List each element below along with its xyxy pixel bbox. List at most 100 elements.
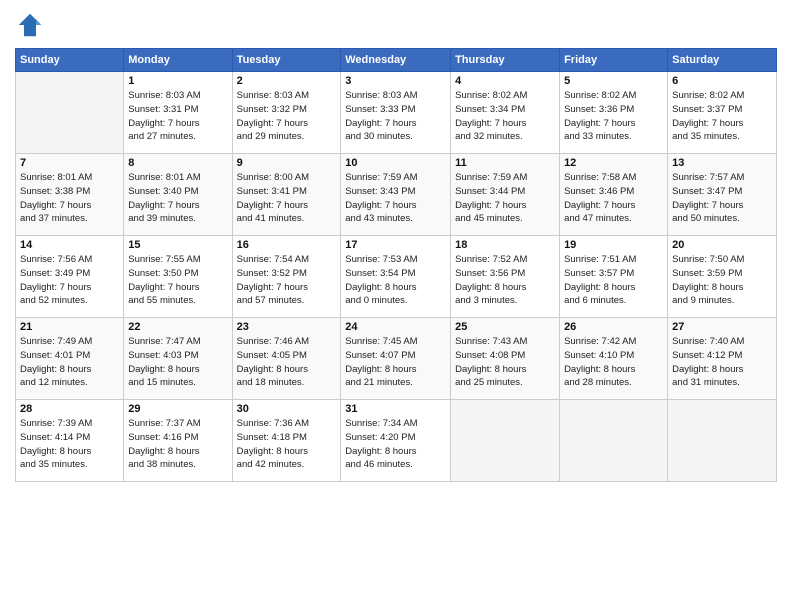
day-cell: 19 Sunrise: 7:51 AM Sunset: 3:57 PM Dayli… — [560, 236, 668, 318]
page: SundayMondayTuesdayWednesdayThursdayFrid… — [0, 0, 792, 612]
logo-icon — [15, 10, 45, 40]
day-info: Sunrise: 8:01 AM Sunset: 3:38 PM Dayligh… — [20, 171, 119, 226]
day-cell: 3 Sunrise: 8:03 AM Sunset: 3:33 PM Daylig… — [341, 72, 451, 154]
day-number: 26 — [564, 321, 663, 333]
day-cell: 20 Sunrise: 7:50 AM Sunset: 3:59 PM Dayli… — [668, 236, 777, 318]
day-cell: 2Sunrise: 8:03 AM Sunset: 3:32 PM Daylig… — [232, 72, 341, 154]
day-info: Sunrise: 8:03 AM Sunset: 3:31 PM Dayligh… — [128, 89, 227, 144]
day-cell: 16Sunrise: 7:54 AM Sunset: 3:52 PM Dayli… — [232, 236, 341, 318]
day-cell: 18 Sunrise: 7:52 AM Sunset: 3:56 PM Dayli… — [451, 236, 560, 318]
day-info: Sunrise: 7:50 AM Sunset: 3:59 PM Dayligh… — [672, 253, 772, 308]
day-info: Sunrise: 7:47 AM Sunset: 4:03 PM Dayligh… — [128, 335, 227, 390]
day-number: 4 — [455, 75, 555, 87]
day-number: 25 — [455, 321, 555, 333]
day-cell: 27Sunrise: 7:40 AM Sunset: 4:12 PM Dayli… — [668, 318, 777, 400]
day-header-sunday: Sunday — [16, 49, 124, 72]
day-info: Sunrise: 7:55 AM Sunset: 3:50 PM Dayligh… — [128, 253, 227, 308]
day-cell: 25 Sunrise: 7:43 AM Sunset: 4:08 PM Dayli… — [451, 318, 560, 400]
day-info: Sunrise: 7:59 AM Sunset: 3:44 PM Dayligh… — [455, 171, 555, 226]
day-number: 14 — [20, 239, 119, 251]
logo — [15, 10, 48, 40]
day-cell: 31 Sunrise: 7:34 AM Sunset: 4:20 PM Dayli… — [341, 400, 451, 482]
day-cell: 24Sunrise: 7:45 AM Sunset: 4:07 PM Dayli… — [341, 318, 451, 400]
day-number: 1 — [128, 75, 227, 87]
day-cell: 28 Sunrise: 7:39 AM Sunset: 4:14 PM Dayli… — [16, 400, 124, 482]
day-cell — [668, 400, 777, 482]
day-number: 21 — [20, 321, 119, 333]
day-number: 6 — [672, 75, 772, 87]
day-number: 7 — [20, 157, 119, 169]
day-number: 31 — [345, 403, 446, 415]
day-number: 13 — [672, 157, 772, 169]
day-number: 10 — [345, 157, 446, 169]
day-number: 15 — [128, 239, 227, 251]
day-info: Sunrise: 7:58 AM Sunset: 3:46 PM Dayligh… — [564, 171, 663, 226]
day-cell: 22 Sunrise: 7:47 AM Sunset: 4:03 PM Dayli… — [124, 318, 232, 400]
day-info: Sunrise: 7:57 AM Sunset: 3:47 PM Dayligh… — [672, 171, 772, 226]
day-info: Sunrise: 7:52 AM Sunset: 3:56 PM Dayligh… — [455, 253, 555, 308]
day-number: 18 — [455, 239, 555, 251]
day-info: Sunrise: 8:01 AM Sunset: 3:40 PM Dayligh… — [128, 171, 227, 226]
day-number: 9 — [237, 157, 337, 169]
day-cell: 9 Sunrise: 8:00 AM Sunset: 3:41 PM Daylig… — [232, 154, 341, 236]
day-number: 23 — [237, 321, 337, 333]
week-row-4: 21Sunrise: 7:49 AM Sunset: 4:01 PM Dayli… — [16, 318, 777, 400]
week-row-2: 7 Sunrise: 8:01 AM Sunset: 3:38 PM Daylig… — [16, 154, 777, 236]
day-cell: 8 Sunrise: 8:01 AM Sunset: 3:40 PM Daylig… — [124, 154, 232, 236]
day-number: 30 — [237, 403, 337, 415]
calendar-header-row: SundayMondayTuesdayWednesdayThursdayFrid… — [16, 49, 777, 72]
day-info: Sunrise: 8:02 AM Sunset: 3:37 PM Dayligh… — [672, 89, 772, 144]
day-cell: 11 Sunrise: 7:59 AM Sunset: 3:44 PM Dayli… — [451, 154, 560, 236]
day-header-thursday: Thursday — [451, 49, 560, 72]
day-cell — [451, 400, 560, 482]
day-info: Sunrise: 8:00 AM Sunset: 3:41 PM Dayligh… — [237, 171, 337, 226]
day-number: 3 — [345, 75, 446, 87]
week-row-3: 14 Sunrise: 7:56 AM Sunset: 3:49 PM Dayli… — [16, 236, 777, 318]
day-info: Sunrise: 7:42 AM Sunset: 4:10 PM Dayligh… — [564, 335, 663, 390]
day-cell: 10 Sunrise: 7:59 AM Sunset: 3:43 PM Dayli… — [341, 154, 451, 236]
day-number: 11 — [455, 157, 555, 169]
day-number: 27 — [672, 321, 772, 333]
day-cell: 4 Sunrise: 8:02 AM Sunset: 3:34 PM Daylig… — [451, 72, 560, 154]
day-number: 8 — [128, 157, 227, 169]
day-number: 19 — [564, 239, 663, 251]
day-header-friday: Friday — [560, 49, 668, 72]
day-info: Sunrise: 7:39 AM Sunset: 4:14 PM Dayligh… — [20, 417, 119, 472]
day-cell: 12 Sunrise: 7:58 AM Sunset: 3:46 PM Dayli… — [560, 154, 668, 236]
day-info: Sunrise: 7:45 AM Sunset: 4:07 PM Dayligh… — [345, 335, 446, 390]
day-cell: 6 Sunrise: 8:02 AM Sunset: 3:37 PM Daylig… — [668, 72, 777, 154]
day-number: 20 — [672, 239, 772, 251]
day-number: 2 — [237, 75, 337, 87]
day-cell: 15 Sunrise: 7:55 AM Sunset: 3:50 PM Dayli… — [124, 236, 232, 318]
day-info: Sunrise: 7:51 AM Sunset: 3:57 PM Dayligh… — [564, 253, 663, 308]
day-number: 16 — [237, 239, 337, 251]
day-info: Sunrise: 8:02 AM Sunset: 3:36 PM Dayligh… — [564, 89, 663, 144]
day-cell: 13 Sunrise: 7:57 AM Sunset: 3:47 PM Dayli… — [668, 154, 777, 236]
day-cell: 21Sunrise: 7:49 AM Sunset: 4:01 PM Dayli… — [16, 318, 124, 400]
day-info: Sunrise: 7:53 AM Sunset: 3:54 PM Dayligh… — [345, 253, 446, 308]
day-info: Sunrise: 7:36 AM Sunset: 4:18 PM Dayligh… — [237, 417, 337, 472]
day-info: Sunrise: 7:59 AM Sunset: 3:43 PM Dayligh… — [345, 171, 446, 226]
day-cell: 5Sunrise: 8:02 AM Sunset: 3:36 PM Daylig… — [560, 72, 668, 154]
day-header-tuesday: Tuesday — [232, 49, 341, 72]
day-header-wednesday: Wednesday — [341, 49, 451, 72]
day-cell: 23 Sunrise: 7:46 AM Sunset: 4:05 PM Dayli… — [232, 318, 341, 400]
day-info: Sunrise: 7:34 AM Sunset: 4:20 PM Dayligh… — [345, 417, 446, 472]
day-header-saturday: Saturday — [668, 49, 777, 72]
day-info: Sunrise: 7:43 AM Sunset: 4:08 PM Dayligh… — [455, 335, 555, 390]
day-cell: 7 Sunrise: 8:01 AM Sunset: 3:38 PM Daylig… — [16, 154, 124, 236]
day-cell: 14 Sunrise: 7:56 AM Sunset: 3:49 PM Dayli… — [16, 236, 124, 318]
day-info: Sunrise: 7:56 AM Sunset: 3:49 PM Dayligh… — [20, 253, 119, 308]
day-number: 28 — [20, 403, 119, 415]
day-info: Sunrise: 8:02 AM Sunset: 3:34 PM Dayligh… — [455, 89, 555, 144]
week-row-5: 28 Sunrise: 7:39 AM Sunset: 4:14 PM Dayli… — [16, 400, 777, 482]
day-number: 22 — [128, 321, 227, 333]
day-header-monday: Monday — [124, 49, 232, 72]
day-number: 12 — [564, 157, 663, 169]
day-info: Sunrise: 7:46 AM Sunset: 4:05 PM Dayligh… — [237, 335, 337, 390]
day-info: Sunrise: 8:03 AM Sunset: 3:33 PM Dayligh… — [345, 89, 446, 144]
day-cell: 17Sunrise: 7:53 AM Sunset: 3:54 PM Dayli… — [341, 236, 451, 318]
day-cell: 26 Sunrise: 7:42 AM Sunset: 4:10 PM Dayli… — [560, 318, 668, 400]
day-cell: 1 Sunrise: 8:03 AM Sunset: 3:31 PM Daylig… — [124, 72, 232, 154]
day-cell — [560, 400, 668, 482]
